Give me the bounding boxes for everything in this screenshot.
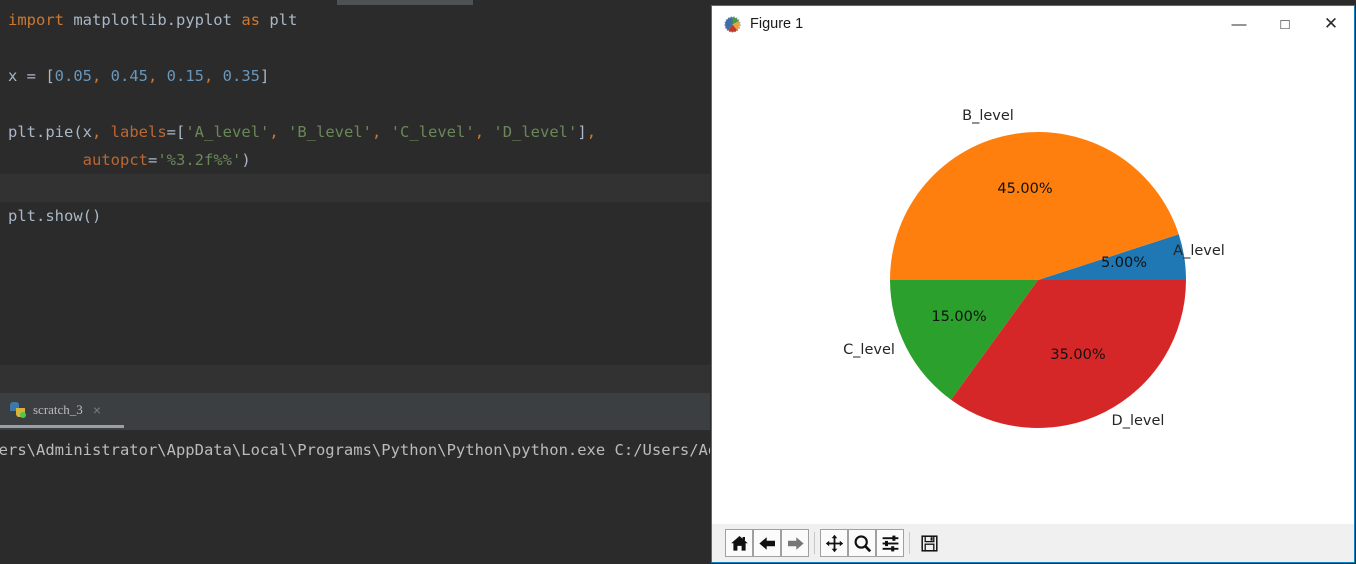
code-token: ,: [148, 67, 167, 85]
figure-navigation-toolbar: https://blog.csdn.net/chongbaikaishi: [712, 524, 1354, 562]
code-token: ]: [260, 67, 270, 85]
code-token: ): [241, 151, 251, 169]
pie-category-label: A_level: [1173, 243, 1225, 259]
configure-subplots-icon[interactable]: [876, 529, 904, 557]
pie-chart: 5.00% 45.00% 15.00% 35.00% A_level B_level C_l…: [843, 108, 1225, 429]
code-token: ,: [474, 123, 494, 141]
figure-title-bar[interactable]: Figure 1 — □ ✕: [712, 6, 1354, 42]
code-line[interactable]: autopct='%3.2f%%'): [0, 146, 710, 174]
close-icon[interactable]: ×: [93, 402, 101, 418]
maximize-icon[interactable]: □: [1262, 6, 1308, 42]
back-arrow-icon[interactable]: [753, 529, 781, 557]
code-token: 'B_level': [288, 123, 373, 141]
console-output-line: C:\Users\Administrator\AppData\Local\Pro…: [0, 441, 710, 459]
code-token: ,: [92, 123, 111, 141]
console-tab-underline: [0, 425, 124, 428]
code-token: ,: [372, 123, 391, 141]
ide-window: import matplotlib.pyplot as plt x = [0.05…: [0, 0, 710, 564]
editor-highlighted-line: [0, 365, 710, 393]
figure-canvas[interactable]: 5.00% 45.00% 15.00% 35.00% A_level B_level C_l…: [712, 42, 1354, 524]
pie-category-label: B_level: [962, 108, 1014, 124]
code-token: plt: [259, 11, 298, 29]
home-icon[interactable]: [725, 529, 753, 557]
code-token: ,: [586, 123, 597, 141]
pie-category-label: D_level: [1112, 413, 1165, 429]
minimize-icon[interactable]: —: [1216, 6, 1262, 42]
code-token: matplotlib.pyplot: [64, 11, 242, 29]
run-console-panel: scratch_3 × C:\Users\Administrator\AppDa…: [0, 393, 710, 564]
code-token: 0.15: [166, 67, 204, 85]
code-line[interactable]: [0, 230, 710, 258]
code-token: 'D_level': [493, 123, 578, 141]
pie-percent-label: 45.00%: [997, 181, 1052, 197]
pie-percent-label: 5.00%: [1101, 255, 1147, 271]
code-line[interactable]: [0, 90, 710, 118]
code-token: import: [8, 11, 64, 29]
console-output: C:\Users\Administrator\AppData\Local\Pro…: [0, 430, 710, 564]
code-token: ]: [577, 123, 587, 141]
code-token: 'C_level': [390, 123, 475, 141]
code-token: plt.pie(x: [8, 123, 92, 141]
code-line[interactable]: [0, 34, 710, 62]
zoom-magnifier-icon[interactable]: [848, 529, 876, 557]
pie-percent-label: 35.00%: [1050, 347, 1105, 363]
code-token: x = [: [8, 67, 55, 85]
toolbar-separator-2: [904, 532, 915, 554]
window-controls: — □ ✕: [1216, 6, 1354, 42]
forward-arrow-icon[interactable]: [781, 529, 809, 557]
code-editor[interactable]: import matplotlib.pyplot as plt x = [0.05…: [0, 6, 710, 393]
pie-category-label: C_level: [843, 342, 895, 358]
code-token: 0.45: [110, 67, 148, 85]
code-token: 'A_level': [185, 123, 270, 141]
console-tab-scratch3[interactable]: scratch_3 ×: [0, 393, 109, 427]
code-token: plt.show(): [8, 207, 102, 225]
code-line[interactable]: import matplotlib.pyplot as plt: [0, 6, 710, 34]
figure-window-title: Figure 1: [750, 16, 804, 32]
code-line[interactable]: plt.pie(x, labels=['A_level', 'B_level',…: [0, 118, 710, 146]
close-icon[interactable]: ✕: [1308, 6, 1354, 42]
console-tab-label: scratch_3: [33, 402, 83, 417]
code-line[interactable]: [0, 174, 710, 202]
code-token: ,: [92, 67, 111, 85]
matplotlib-icon: [724, 15, 741, 33]
save-floppy-icon[interactable]: [915, 529, 943, 557]
code-token: '%3.2f%%': [157, 151, 242, 169]
code-line[interactable]: x = [0.05, 0.45, 0.15, 0.35]: [0, 62, 710, 90]
code-line[interactable]: [0, 314, 710, 342]
code-token: =[: [166, 123, 186, 141]
screen-root: import matplotlib.pyplot as plt x = [0.05…: [0, 0, 1356, 564]
code-line[interactable]: plt.show(): [0, 202, 710, 230]
code-line[interactable]: [0, 258, 710, 286]
toolbar-separator-1: [809, 532, 820, 554]
pan-move-icon[interactable]: [820, 529, 848, 557]
code-token: =: [147, 151, 158, 169]
code-token: ,: [204, 67, 223, 85]
pie-percent-label: 15.00%: [931, 309, 986, 325]
code-token: ,: [269, 123, 289, 141]
python-icon: [10, 402, 26, 418]
code-token: 0.35: [222, 67, 260, 85]
code-token: as: [241, 11, 260, 29]
matplotlib-figure-window: Figure 1 — □ ✕ 5.00% 45.00% 15.00% 35.00% A_…: [711, 5, 1355, 563]
code-line[interactable]: [0, 286, 710, 314]
code-token: autopct: [82, 151, 148, 169]
console-tab-bar: scratch_3 ×: [0, 393, 710, 428]
code-token: labels: [110, 123, 167, 141]
code-token: 0.05: [54, 67, 92, 85]
editor-active-tab-indicator[interactable]: [337, 0, 473, 5]
